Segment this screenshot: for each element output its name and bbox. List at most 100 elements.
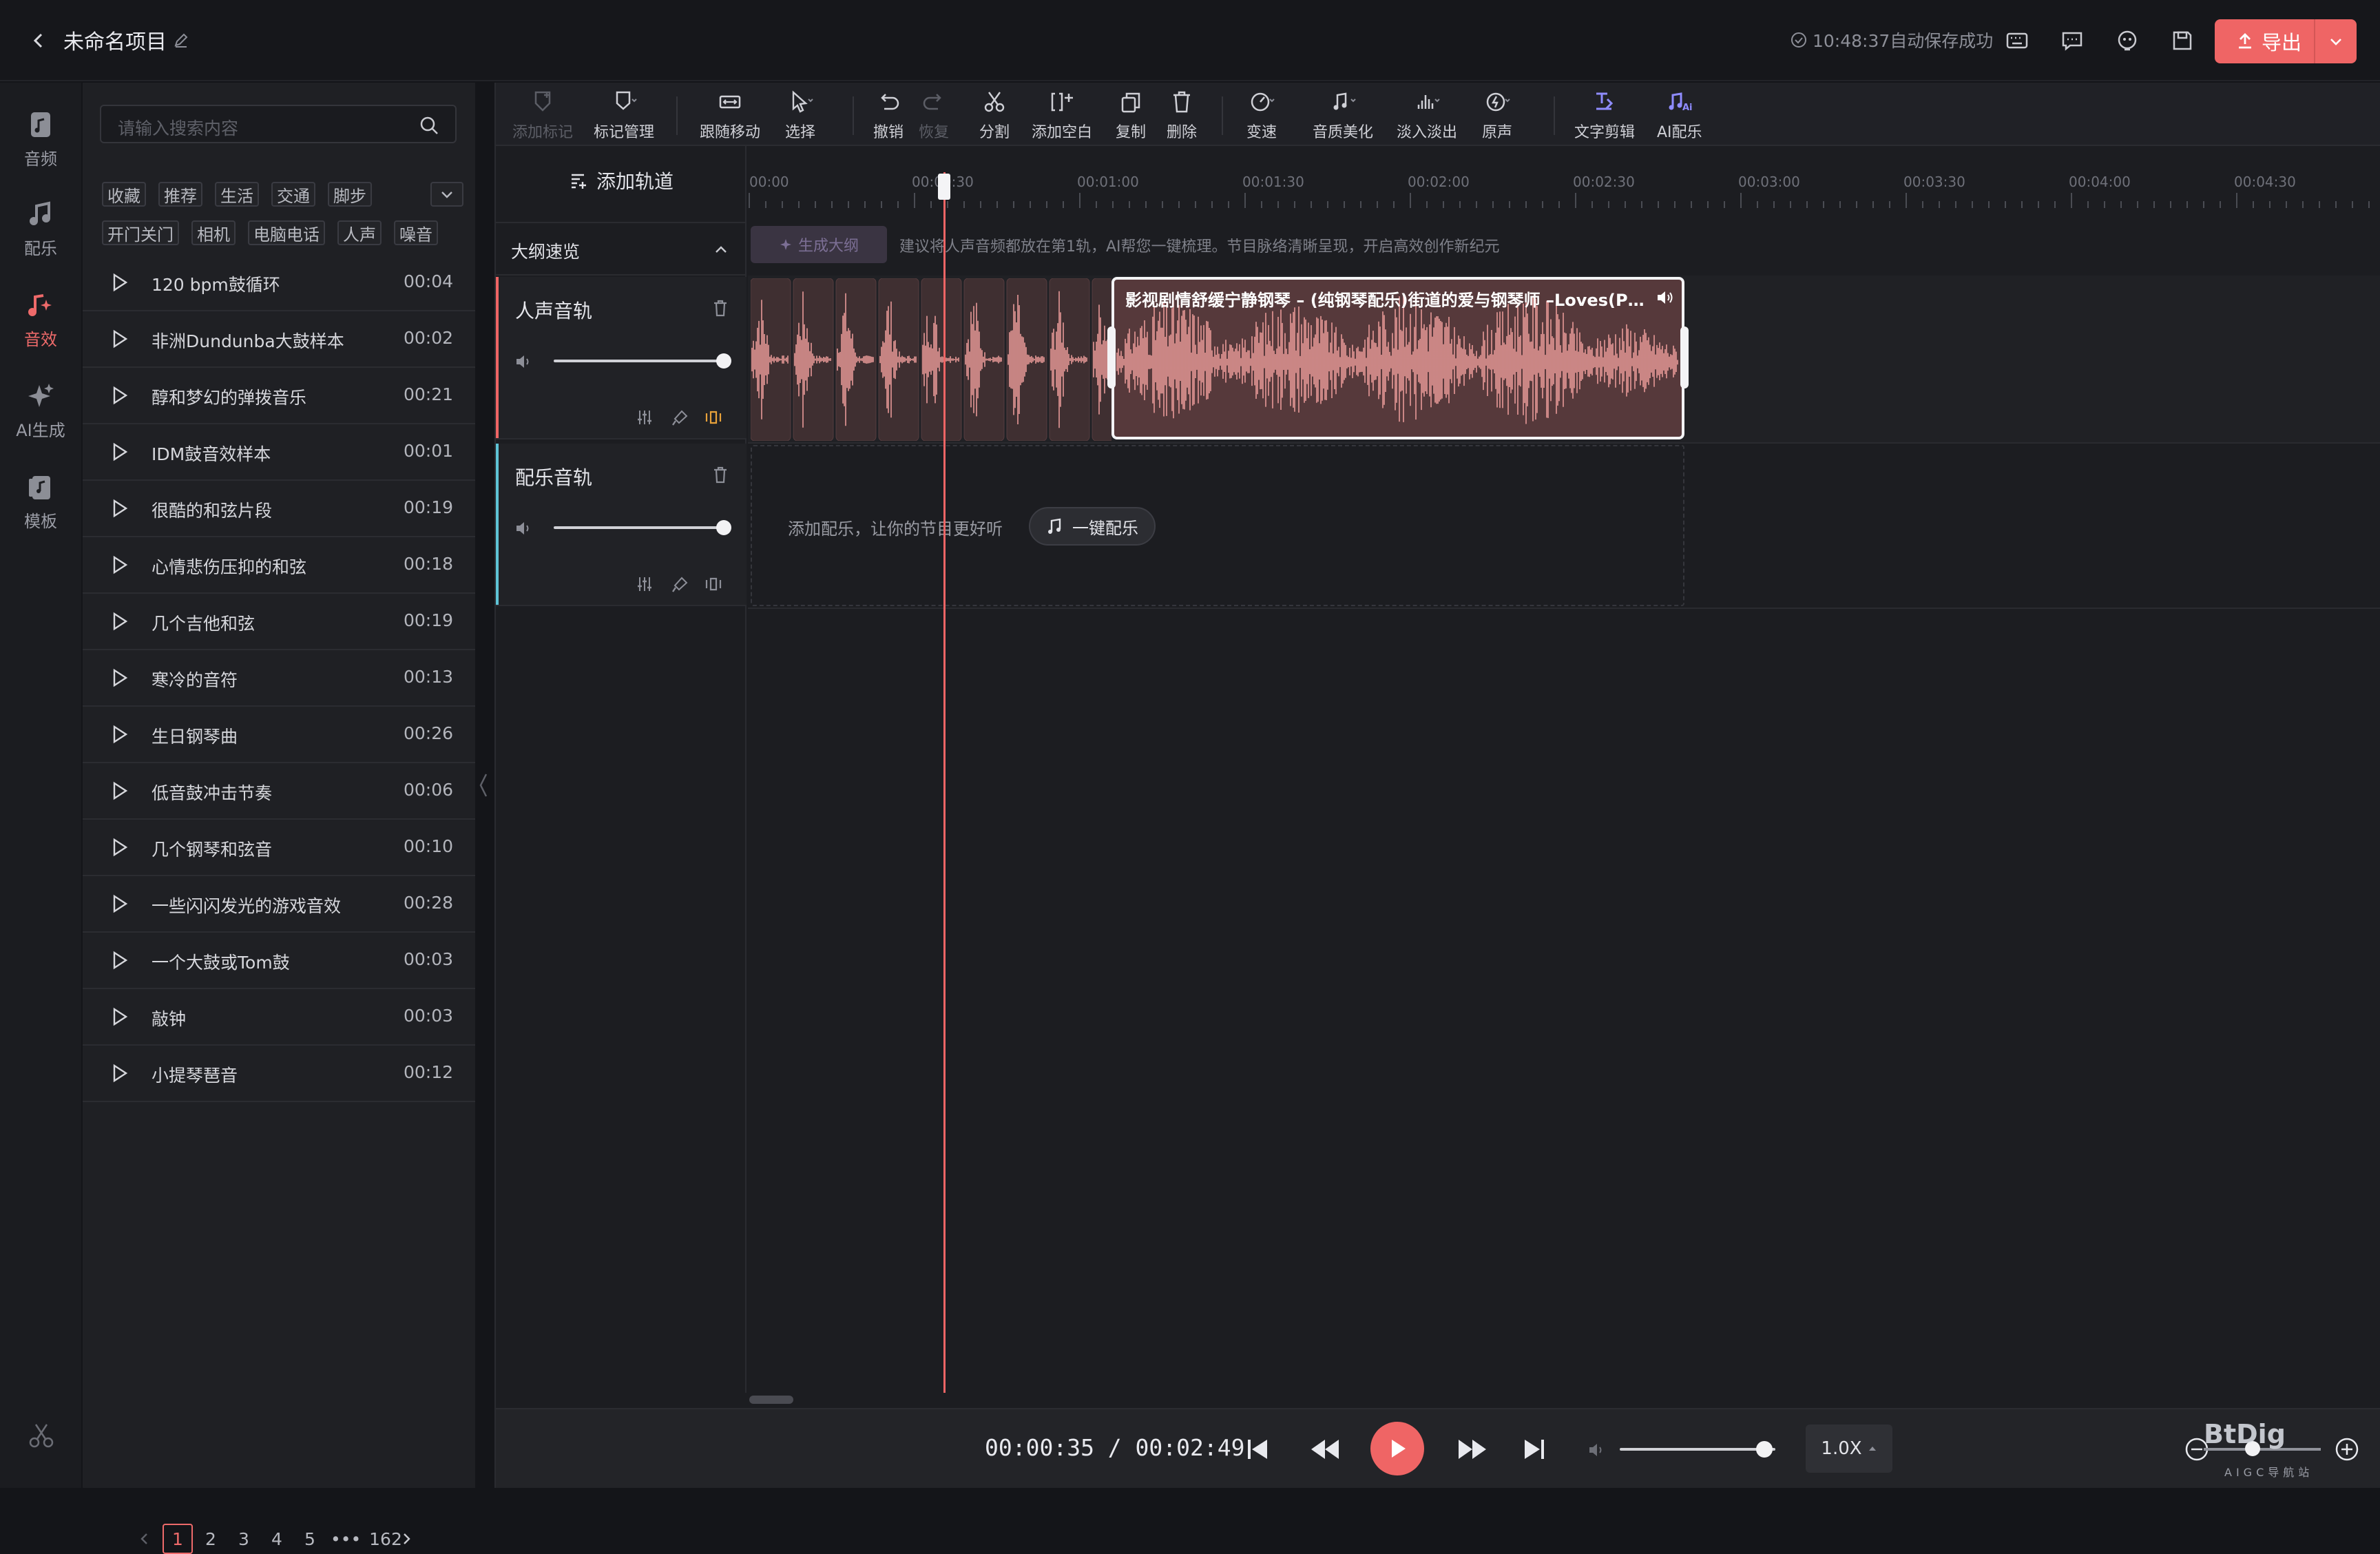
list-item[interactable]: 寒冷的音符 00:13 [83, 650, 475, 707]
skip-to-end-icon[interactable] [1521, 1436, 1548, 1463]
add-track-button[interactable]: 添加轨道 [496, 146, 747, 215]
master-volume-knob[interactable] [1756, 1441, 1773, 1458]
list-item[interactable]: 很酷的和弦片段 00:19 [83, 481, 475, 537]
horizontal-scrollbar[interactable] [748, 1393, 2380, 1407]
page-4[interactable]: 4 [262, 1524, 292, 1554]
keyboard-icon[interactable] [2003, 26, 2032, 55]
ai-music-button[interactable]: Ai AI配乐 [1657, 88, 1702, 146]
tag-computer-phone[interactable]: 电脑电话 [248, 220, 325, 245]
follow-move-button[interactable]: 跟随移动 [700, 88, 760, 146]
original-sound-button[interactable]: 原声 [1482, 88, 1512, 146]
music-track-name[interactable]: 配乐音轨 [515, 463, 592, 490]
speed-change-button[interactable]: 变速 [1246, 88, 1277, 146]
nav-item-audio[interactable]: 音频 [0, 98, 81, 180]
trash-icon[interactable] [711, 298, 730, 318]
play-icon[interactable] [112, 555, 128, 574]
fast-forward-icon[interactable] [1456, 1436, 1489, 1463]
timeline[interactable]: 00:0000:00:3000:01:0000:01:3000:02:0000:… [748, 146, 2380, 1393]
add-blank-button[interactable]: 添加空白 [1032, 88, 1092, 146]
list-item[interactable]: 一些闪闪发光的游戏音效 00:28 [83, 876, 475, 933]
tags-expand[interactable] [430, 182, 463, 207]
list-item[interactable]: 一个大鼓或Tom鼓 00:03 [83, 933, 475, 989]
clip-trim-handle-left[interactable] [1107, 327, 1116, 388]
comment-icon[interactable] [2058, 26, 2087, 55]
tag-traffic[interactable]: 交通 [271, 182, 315, 207]
tag-noise[interactable]: 噪音 [394, 220, 438, 245]
add-marker-button[interactable]: 添加标记 [512, 88, 573, 146]
volume-icon[interactable] [1656, 289, 1675, 306]
play-icon[interactable] [112, 329, 128, 349]
volume-slider[interactable] [554, 360, 722, 362]
split-button[interactable]: 分割 [979, 88, 1010, 146]
play-icon[interactable] [112, 499, 128, 518]
playhead-handle[interactable] [938, 174, 950, 200]
list-item[interactable]: 120 bpm鼓循环 00:04 [83, 255, 475, 311]
chevron-up-icon[interactable] [712, 241, 730, 259]
tag-doors[interactable]: 开门关门 [102, 220, 179, 245]
search-input[interactable]: 请输入搜索内容 [100, 105, 457, 143]
undo-button[interactable]: 撤销 [873, 88, 904, 146]
page-5[interactable]: 5 [295, 1524, 325, 1554]
play-icon[interactable] [112, 894, 128, 913]
trash-icon[interactable] [711, 464, 730, 485]
list-item[interactable]: 心情悲伤压抑的和弦 00:18 [83, 537, 475, 594]
next-page-icon[interactable] [399, 1531, 413, 1547]
play-icon[interactable] [112, 1064, 128, 1083]
collapse-panel-icon[interactable] [478, 770, 489, 800]
generate-outline-button[interactable]: 生成大纲 [751, 226, 887, 263]
volume-slider-knob[interactable] [716, 353, 731, 369]
list-item[interactable]: 非洲Dundunba大鼓样本 00:02 [83, 311, 475, 368]
volume-slider[interactable] [554, 526, 722, 529]
play-icon[interactable] [112, 273, 128, 292]
time-ruler[interactable]: 00:0000:00:3000:01:0000:01:3000:02:0000:… [748, 174, 2380, 215]
playback-speed-select[interactable]: 1.0X [1806, 1424, 1892, 1473]
save-disk-icon[interactable] [2168, 26, 2197, 55]
fade-button[interactable]: 淡入淡出 [1397, 88, 1457, 146]
play-icon[interactable] [112, 838, 128, 857]
volume-slider-knob[interactable] [716, 520, 731, 535]
select-tool-button[interactable]: 选择 [785, 88, 815, 146]
play-icon[interactable] [112, 442, 128, 462]
list-item[interactable]: 生日钢琴曲 00:26 [83, 707, 475, 763]
page-3[interactable]: 3 [229, 1524, 259, 1554]
text-edit-button[interactable]: 文字剪辑 [1574, 88, 1635, 146]
tag-recommended[interactable]: 推荐 [158, 182, 202, 207]
list-item[interactable]: 几个吉他和弦 00:19 [83, 594, 475, 650]
track-clip-icon[interactable] [704, 408, 723, 427]
tag-favorites[interactable]: 收藏 [102, 182, 146, 207]
export-dropdown[interactable] [2315, 19, 2357, 63]
audio-quality-button[interactable]: 音质美化 [1313, 88, 1373, 146]
list-item[interactable]: 敲钟 00:03 [83, 989, 475, 1046]
assistant-icon[interactable] [2113, 26, 2142, 55]
play-icon[interactable] [112, 1007, 128, 1026]
waveform-segments[interactable] [751, 278, 1111, 441]
volume-icon[interactable] [514, 519, 534, 537]
master-volume-slider[interactable] [1620, 1448, 1775, 1451]
zoom-in-icon[interactable] [2332, 1434, 2362, 1464]
list-item[interactable]: 醇和梦幻的弹拨音乐 00:21 [83, 368, 475, 424]
skip-to-start-icon[interactable] [1244, 1436, 1271, 1463]
music-drop-zone[interactable]: 添加配乐，让你的节目更好听 一键配乐 [751, 445, 1684, 606]
nav-item-ai-generate[interactable]: AI生成 [0, 369, 81, 452]
play-icon[interactable] [112, 781, 128, 800]
search-icon[interactable] [418, 114, 440, 136]
tag-life[interactable]: 生活 [215, 182, 259, 207]
rewind-icon[interactable] [1308, 1436, 1342, 1463]
play-button[interactable] [1370, 1422, 1424, 1475]
delete-button[interactable]: 删除 [1167, 88, 1197, 146]
redo-button[interactable]: 恢复 [919, 88, 949, 146]
clip-trim-handle-right[interactable] [1680, 327, 1689, 388]
export-button[interactable]: 导出 [2215, 19, 2357, 63]
tag-camera[interactable]: 相机 [191, 220, 236, 245]
page-2[interactable]: 2 [196, 1524, 226, 1554]
edit-pencil-icon[interactable] [171, 30, 191, 51]
copy-button[interactable]: 复制 [1116, 88, 1146, 146]
volume-icon[interactable] [1587, 1441, 1607, 1459]
equalizer-icon[interactable] [635, 574, 654, 594]
play-icon[interactable] [112, 612, 128, 631]
play-icon[interactable] [112, 951, 128, 970]
list-item[interactable]: 几个钢琴和弦音 00:10 [83, 820, 475, 876]
list-item[interactable]: 小提琴琶音 00:12 [83, 1046, 475, 1102]
back-arrow-icon[interactable] [28, 26, 50, 55]
nav-item-music[interactable]: 配乐 [0, 187, 81, 270]
